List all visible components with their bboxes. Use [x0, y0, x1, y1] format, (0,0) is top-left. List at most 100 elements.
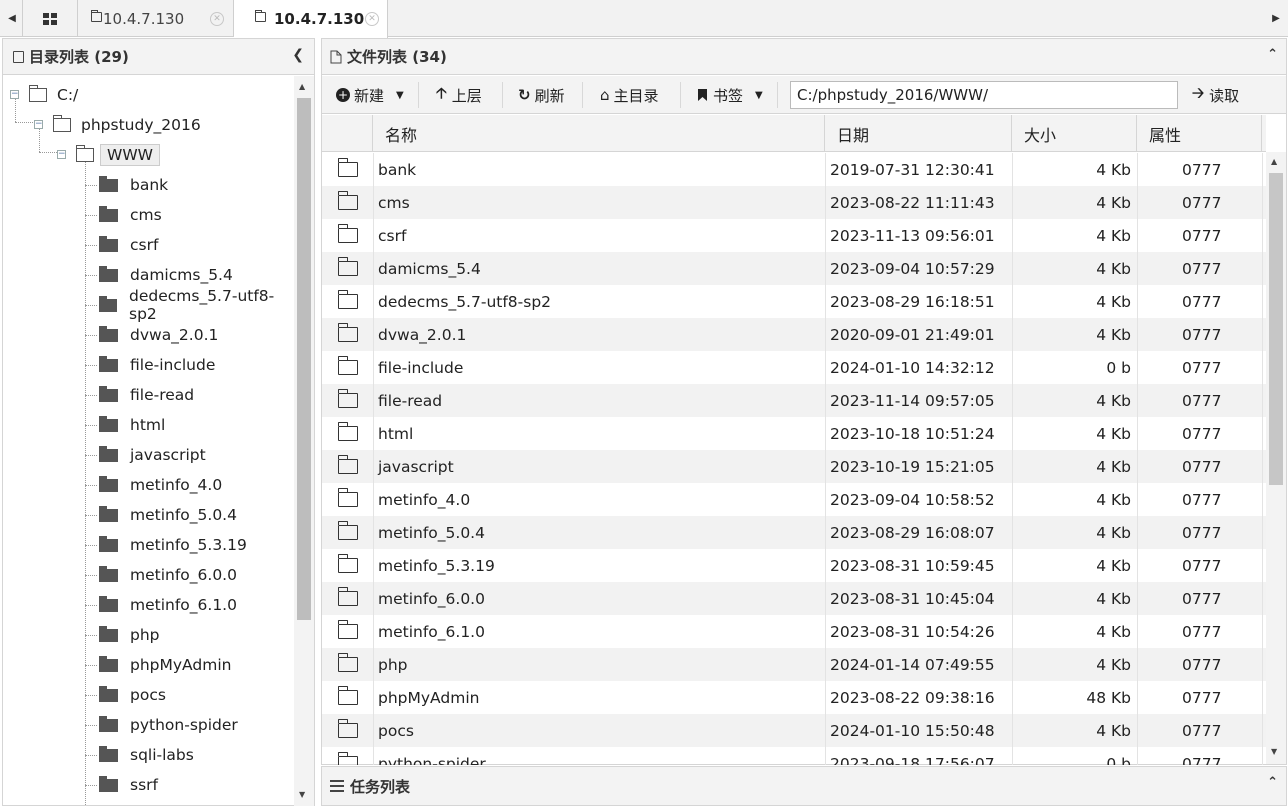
- column-date[interactable]: 日期: [825, 115, 1012, 152]
- tree-node-folder[interactable]: damicms_5.4: [99, 260, 233, 290]
- tree-node-folder[interactable]: metinfo_6.1.0: [99, 590, 237, 620]
- file-grid-scrollbar[interactable]: ▲ ▼: [1266, 152, 1286, 764]
- file-name: dedecms_5.7-utf8-sp2: [378, 292, 552, 311]
- table-row[interactable]: metinfo_6.1.0 2023-08-31 10:54:26 4 Kb 0777: [322, 615, 1266, 648]
- file-date: 2023-08-29 16:18:51: [830, 292, 995, 311]
- scroll-up-icon[interactable]: ▲: [299, 82, 305, 91]
- tree-node-folder[interactable]: csrf: [99, 230, 158, 260]
- file-name: csrf: [378, 226, 407, 245]
- table-row[interactable]: csrf 2023-11-13 09:56:01 4 Kb 0777: [322, 219, 1266, 252]
- expand-up-icon[interactable]: ⌃: [1267, 775, 1278, 790]
- table-row[interactable]: metinfo_5.0.4 2023-08-29 16:08:07 4 Kb 0777: [322, 516, 1266, 549]
- tree-node-folder[interactable]: php: [99, 620, 160, 650]
- list-icon: [330, 780, 344, 792]
- column-name[interactable]: 名称: [373, 115, 825, 152]
- directory-scrollbar[interactable]: ▲ ▼: [294, 76, 314, 806]
- tree-node-root[interactable]: C:/: [29, 80, 78, 110]
- new-button[interactable]: + 新建 ▼: [336, 76, 404, 114]
- file-name: php: [378, 655, 408, 674]
- path-input[interactable]: C:/phpstudy_2016/WWW/: [790, 81, 1178, 109]
- tree-node-folder[interactable]: phpMyAdmin: [99, 650, 231, 680]
- caret-down-icon[interactable]: ▼: [755, 90, 763, 101]
- tree-node-folder[interactable]: ssrf: [99, 770, 158, 800]
- tree-node-phpstudy[interactable]: phpstudy_2016: [53, 110, 201, 140]
- file-panel-header: 文件列表 (34) ⌃: [322, 39, 1286, 75]
- file-size: 4 Kb: [1096, 391, 1131, 410]
- file-date: 2024-01-10 15:50:48: [830, 721, 995, 740]
- tab-host-2[interactable]: 10.4.7.130 ✕: [234, 0, 388, 38]
- scrollbar-thumb[interactable]: [297, 98, 311, 620]
- collapse-up-icon[interactable]: ⌃: [1267, 47, 1278, 62]
- table-row[interactable]: dvwa_2.0.1 2020-09-01 21:49:01 4 Kb 0777: [322, 318, 1266, 351]
- bookmark-button[interactable]: 书签 ▼: [698, 76, 763, 114]
- folder-icon: [337, 422, 358, 441]
- table-row[interactable]: file-read 2023-11-14 09:57:05 4 Kb 0777: [322, 384, 1266, 417]
- up-button[interactable]: 🡡 上层: [436, 76, 482, 114]
- table-row[interactable]: html 2023-10-18 10:51:24 4 Kb 0777: [322, 417, 1266, 450]
- scrollbar-thumb[interactable]: [1269, 173, 1283, 485]
- window-icon: [91, 10, 102, 22]
- table-row[interactable]: dedecms_5.7-utf8-sp2 2023-08-29 16:18:51 4…: [322, 285, 1266, 318]
- tree-node-folder[interactable]: javascript: [99, 440, 206, 470]
- file-size: 4 Kb: [1096, 523, 1131, 542]
- tree-node-folder[interactable]: metinfo_5.3.19: [99, 530, 247, 560]
- column-perm[interactable]: 属性: [1137, 115, 1262, 152]
- table-row[interactable]: metinfo_6.0.0 2023-08-31 10:45:04 4 Kb 0777: [322, 582, 1266, 615]
- table-row[interactable]: cms 2023-08-22 11:11:43 4 Kb 0777: [322, 186, 1266, 219]
- tree-node-folder[interactable]: bank: [99, 170, 168, 200]
- tree-node-folder[interactable]: file-read: [99, 380, 194, 410]
- tree-node-folder[interactable]: dvwa_2.0.1: [99, 320, 218, 350]
- tree-node-folder[interactable]: pocs: [99, 680, 166, 710]
- tree-node-folder[interactable]: dedecms_5.7-utf8-sp2: [99, 287, 293, 323]
- file-date: 2023-08-31 10:59:45: [830, 556, 995, 575]
- file-panel-title: 文件列表 (34): [347, 48, 447, 66]
- folder-open-icon: [29, 85, 47, 102]
- collapse-left-icon[interactable]: ❮: [292, 47, 304, 63]
- file-icon: [330, 50, 342, 63]
- close-tab-icon[interactable]: ✕: [365, 12, 379, 26]
- scroll-up-icon[interactable]: ▲: [1271, 157, 1277, 166]
- table-row[interactable]: python-spider 2023-09-18 17:56:07 0 b 0777: [322, 747, 1266, 765]
- table-row[interactable]: javascript 2023-10-19 15:21:05 4 Kb 0777: [322, 450, 1266, 483]
- tree-node-folder[interactable]: html: [99, 410, 165, 440]
- close-tab-icon[interactable]: ✕: [210, 12, 224, 26]
- file-perm: 0777: [1182, 622, 1222, 641]
- table-row[interactable]: file-include 2024-01-10 14:32:12 0 b 0777: [322, 351, 1266, 384]
- tree-collapse-icon[interactable]: −: [10, 90, 19, 99]
- tree-node-folder[interactable]: sqli-labs: [99, 740, 194, 770]
- table-row[interactable]: phpMyAdmin 2023-08-22 09:38:16 48 Kb 0777: [322, 681, 1266, 714]
- tree-node-folder[interactable]: python-spider: [99, 710, 238, 740]
- row-icon-cell: [337, 417, 368, 450]
- tree-node-folder[interactable]: file-include: [99, 350, 215, 380]
- tab-host-1[interactable]: 10.4.7.130 ✕: [79, 0, 234, 37]
- file-perm: 0777: [1182, 721, 1222, 740]
- folder-icon: [99, 505, 118, 522]
- file-date: 2023-11-13 09:56:01: [830, 226, 995, 245]
- column-size[interactable]: 大小: [1012, 115, 1137, 152]
- caret-down-icon[interactable]: ▼: [396, 90, 404, 101]
- tree-node-folder[interactable]: metinfo_6.0.0: [99, 560, 237, 590]
- home-dir-button[interactable]: ⌂ 主目录: [600, 76, 659, 114]
- tree-collapse-icon[interactable]: −: [34, 120, 43, 129]
- refresh-button[interactable]: ↻ 刷新: [518, 76, 565, 114]
- table-row[interactable]: metinfo_5.3.19 2023-08-31 10:59:45 4 Kb 077…: [322, 549, 1266, 582]
- scroll-down-icon[interactable]: ▼: [299, 790, 305, 799]
- table-row[interactable]: php 2024-01-14 07:49:55 4 Kb 0777: [322, 648, 1266, 681]
- table-row[interactable]: bank 2019-07-31 12:30:41 4 Kb 0777: [322, 153, 1266, 186]
- scroll-down-icon[interactable]: ▼: [1271, 747, 1277, 756]
- table-row[interactable]: pocs 2024-01-10 15:50:48 4 Kb 0777: [322, 714, 1266, 747]
- home-tab[interactable]: [22, 0, 78, 37]
- tree-node-www[interactable]: WWW: [76, 140, 160, 170]
- tree-node-folder[interactable]: metinfo_4.0: [99, 470, 222, 500]
- tab-scroll-left-icon[interactable]: ◀: [2, 0, 22, 37]
- tree-collapse-icon[interactable]: −: [57, 150, 66, 159]
- read-button[interactable]: 🡢 读取: [1192, 76, 1239, 114]
- tree-node-folder[interactable]: cms: [99, 200, 162, 230]
- table-row[interactable]: damicms_5.4 2023-09-04 10:57:29 4 Kb 0777: [322, 252, 1266, 285]
- file-size: 0 b: [1106, 754, 1131, 766]
- tree-node-folder[interactable]: metinfo_5.0.4: [99, 500, 237, 530]
- file-perm: 0777: [1182, 193, 1222, 212]
- tab-scroll-right-icon[interactable]: ▶: [1266, 0, 1286, 37]
- table-row[interactable]: metinfo_4.0 2023-09-04 10:58:52 4 Kb 0777: [322, 483, 1266, 516]
- file-name: metinfo_5.3.19: [378, 556, 495, 575]
